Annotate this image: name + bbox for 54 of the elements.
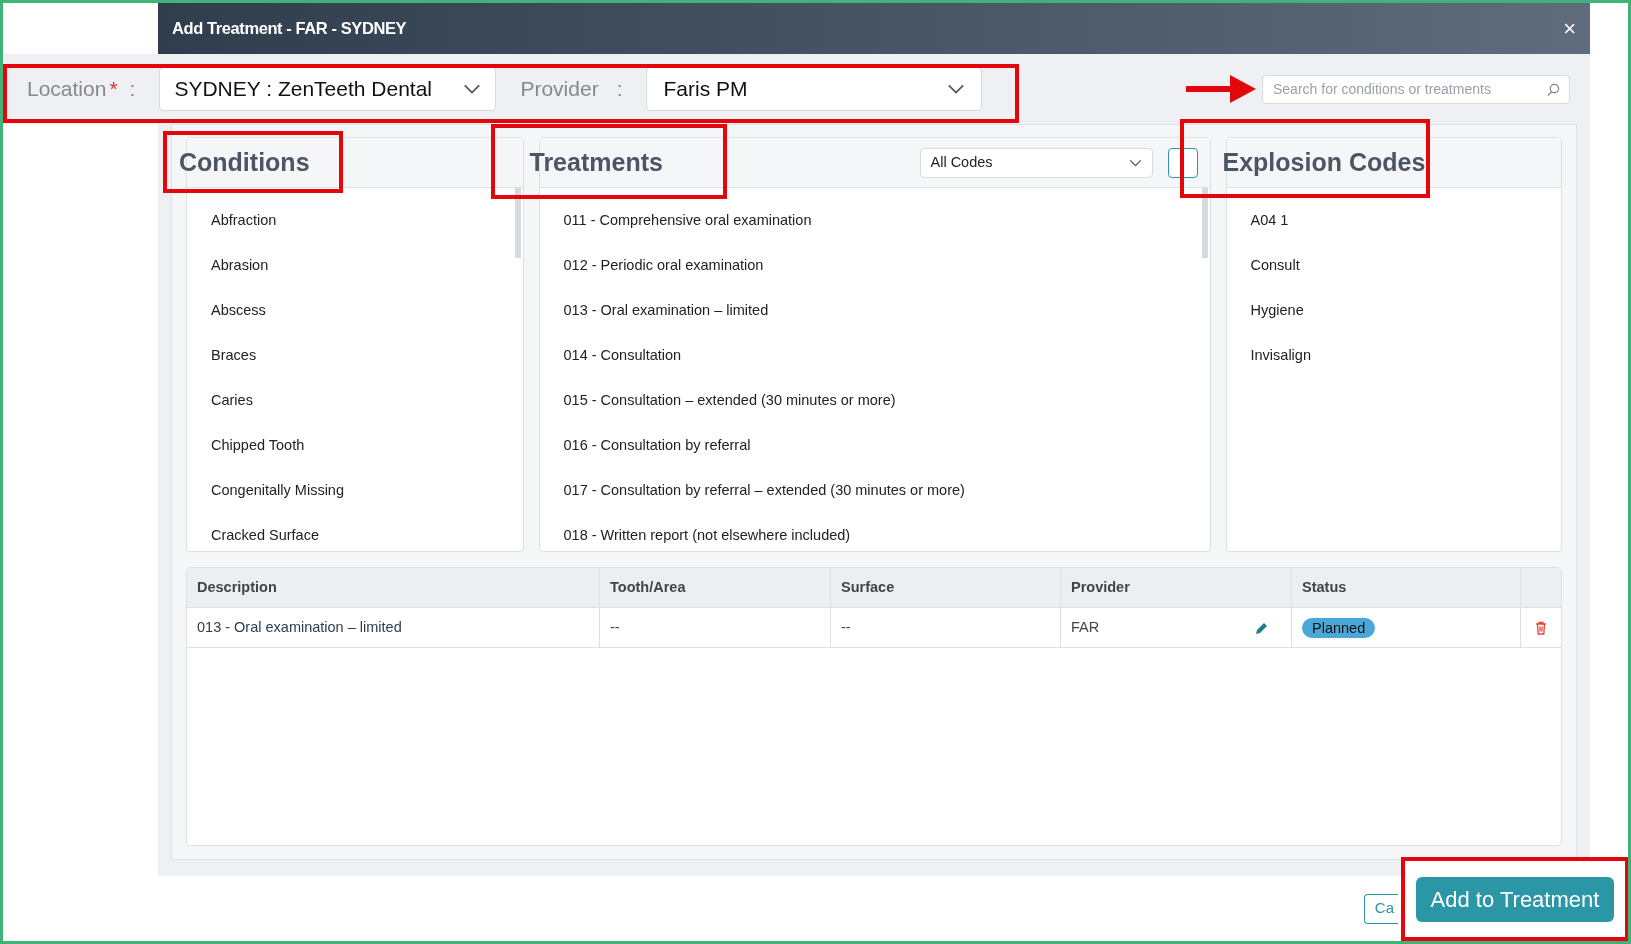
list-item[interactable]: Caries <box>211 392 253 408</box>
dialog-title: Add Treatment - FAR - SYDNEY <box>172 18 407 40</box>
column-header: Surface <box>841 577 895 597</box>
cancel-button[interactable]: Ca <box>1363 893 1398 924</box>
list-item[interactable]: 014 - Consultation <box>563 347 682 363</box>
separator: : <box>129 76 136 103</box>
search-field[interactable]: Search for conditions or treatments <box>1262 74 1570 104</box>
column-header: Tooth/Area <box>610 577 686 597</box>
chevron-down-icon <box>947 83 966 95</box>
provider-select[interactable]: Faris PM <box>646 67 983 111</box>
close-button[interactable]: × <box>1563 17 1576 40</box>
chevron-down-icon <box>463 83 482 95</box>
panel-title: Treatments <box>529 146 663 178</box>
list-item[interactable]: Congenitally Missing <box>211 482 344 498</box>
search-icon <box>1547 82 1560 96</box>
list-item[interactable]: Consult <box>1250 257 1300 273</box>
provider-label: Provider <box>520 76 599 103</box>
scrollbar[interactable] <box>514 188 521 258</box>
list-item[interactable]: Chipped Tooth <box>211 437 305 453</box>
list-item[interactable]: Abfraction <box>211 212 277 228</box>
required-mark: * <box>109 76 118 103</box>
list-item[interactable]: Hygiene <box>1250 302 1304 318</box>
panel-title: Conditions <box>179 146 310 178</box>
list-item[interactable]: 016 - Consultation by referral <box>563 437 751 453</box>
list-item[interactable]: Abrasion <box>211 257 269 273</box>
list-item[interactable]: Cracked Surface <box>211 527 319 543</box>
table-cell-text: -- <box>610 617 620 637</box>
table-cell-text: 013 - Oral examination – limited <box>197 617 402 637</box>
list-item[interactable]: 011 - Comprehensive oral examination <box>563 212 812 228</box>
trash-icon[interactable] <box>1535 620 1547 635</box>
list-item[interactable]: 015 - Consultation – extended (30 minutes or more) <box>563 392 896 408</box>
location-label: Location <box>27 76 107 103</box>
code-filter-select[interactable]: All Codes <box>919 147 1153 178</box>
list-item[interactable]: A04 1 <box>1250 212 1289 228</box>
table-cell-text: FAR <box>1071 617 1100 637</box>
list-item[interactable]: 012 - Periodic oral examination <box>563 257 764 273</box>
panel-title: Explosion Codes <box>1222 146 1426 178</box>
list-item[interactable]: Abscess <box>211 302 266 318</box>
scrollbar[interactable] <box>1201 188 1208 258</box>
list-item[interactable]: 013 - Oral examination – limited <box>563 302 769 318</box>
column-header: Provider <box>1071 577 1130 597</box>
list-item[interactable]: Braces <box>211 347 257 363</box>
pencil-icon[interactable] <box>1255 620 1269 635</box>
column-header: Status <box>1302 577 1347 597</box>
status-badge: Planned <box>1302 617 1376 638</box>
chevron-down-icon <box>1128 158 1142 167</box>
separator: : <box>616 76 623 103</box>
list-item[interactable]: Invisalign <box>1250 347 1311 363</box>
list-item[interactable]: 018 - Written report (not elsewhere included) <box>563 527 851 543</box>
location-select[interactable]: SYDNEY : ZenTeeth Dental <box>159 67 497 111</box>
column-header: Description <box>197 577 277 597</box>
arrow-icon <box>1184 72 1258 106</box>
list-item[interactable]: 017 - Consultation by referral – extended (30 minutes or more) <box>563 482 965 498</box>
table-cell-text: -- <box>841 617 851 637</box>
